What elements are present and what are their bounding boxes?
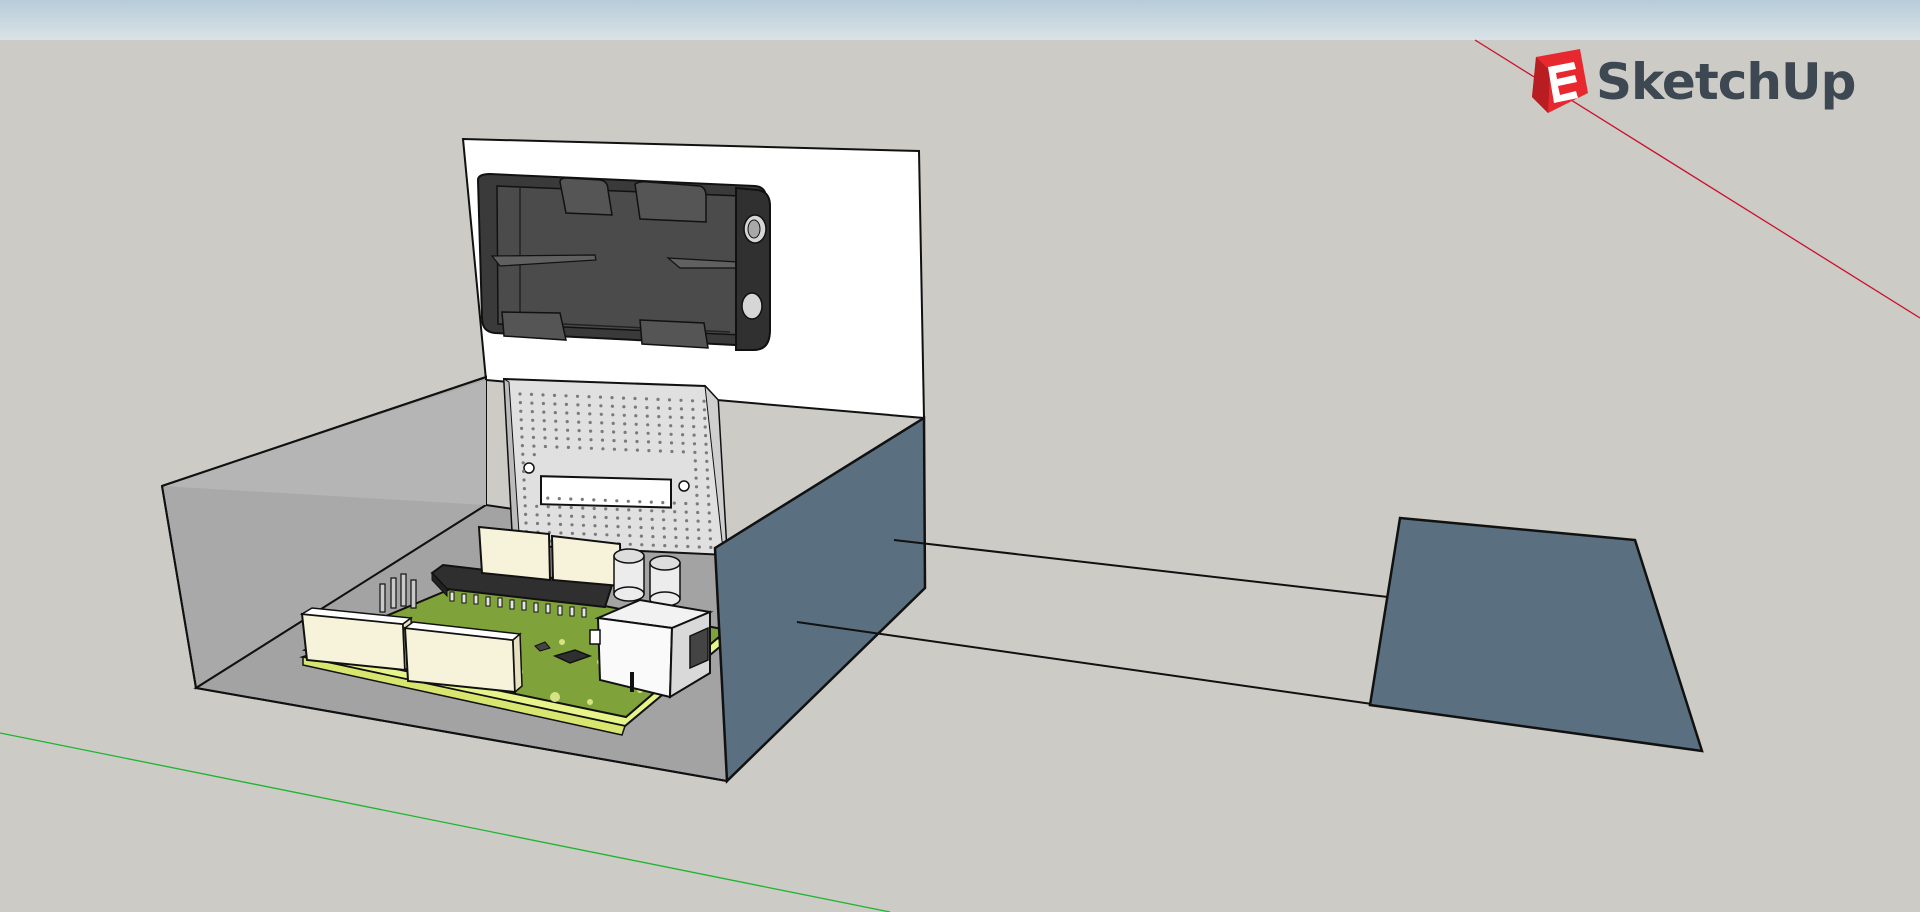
perfboard[interactable]	[502, 377, 729, 557]
enclosure-front-panel[interactable]	[713, 415, 927, 784]
model-scene[interactable]	[0, 0, 1920, 912]
3d-viewport[interactable]: SketchUp	[0, 0, 1920, 912]
logo-text: SketchUp	[1596, 53, 1856, 111]
battery-holder[interactable]	[476, 172, 771, 351]
guide-line	[796, 621, 1373, 705]
enclosure-inner-back	[162, 380, 486, 505]
guide-line	[893, 539, 1389, 598]
capacitor	[613, 548, 645, 602]
sketchup-logo-icon	[1532, 49, 1588, 113]
sketchup-logo: SketchUp	[1528, 46, 1856, 118]
lid-panel[interactable]	[1368, 516, 1704, 753]
green-axis-line	[0, 732, 891, 912]
capacitor	[649, 555, 681, 607]
usb-connector	[594, 598, 714, 699]
